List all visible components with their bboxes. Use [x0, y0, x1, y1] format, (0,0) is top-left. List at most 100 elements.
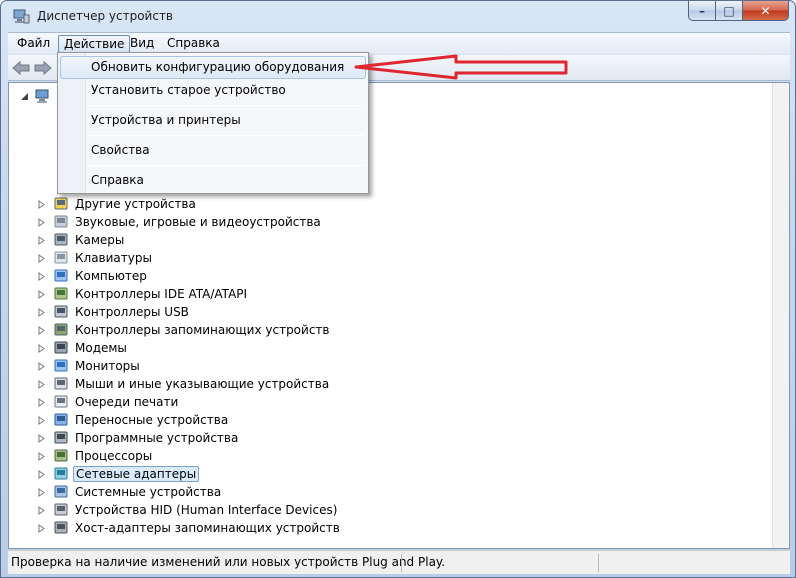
expand-icon[interactable] [37, 415, 47, 425]
tree-category-label: Контроллеры IDE ATA/ATAPI [75, 287, 248, 301]
title-bar[interactable]: Диспетчер устройств – □ ✕ [1, 1, 795, 31]
tree-category-label: Сетевые адаптеры [73, 466, 200, 482]
tree-category-label: Системные устройства [75, 485, 222, 499]
menu-item-help[interactable]: Справка [60, 169, 366, 192]
maximize-button[interactable]: □ [716, 1, 743, 21]
tree-category-label: Хост-адаптеры запоминающих устройств [75, 521, 340, 535]
menu-item-scan-hardware[interactable]: Обновить конфигурацию оборудования [60, 56, 366, 79]
tree-category-item[interactable]: Контроллеры USB [37, 303, 191, 321]
status-divider [598, 554, 599, 572]
back-arrow-icon [12, 60, 30, 75]
tree-category-item[interactable]: Устройства HID (Human Interface Devices) [37, 501, 339, 519]
menu-view[interactable]: Вид [125, 35, 159, 53]
expand-icon[interactable] [37, 271, 47, 281]
tree-category-item[interactable]: Контроллеры запоминающих устройств [37, 321, 331, 339]
menu-file[interactable]: Файл [12, 35, 55, 53]
monitor-icon [53, 358, 69, 374]
vertical-scrollbar[interactable] [772, 83, 789, 548]
caption-buttons: – □ ✕ [688, 1, 789, 21]
tree-category-label: Мыши и иные указывающие устройства [75, 377, 330, 391]
expand-icon[interactable] [37, 505, 47, 515]
ide-controller-icon [53, 286, 69, 302]
expand-icon[interactable] [37, 397, 47, 407]
collapse-icon[interactable] [19, 91, 29, 101]
monitor-icon [53, 268, 69, 284]
back-button[interactable] [11, 59, 31, 76]
tree-category-item[interactable]: Мониторы [37, 357, 142, 375]
computer-manage-icon [13, 9, 30, 24]
portable-device-icon [53, 412, 69, 428]
hid-icon [53, 502, 69, 518]
keyboard-icon [53, 250, 69, 266]
action-menu: Обновить конфигурацию оборудования Устан… [57, 52, 369, 194]
usb-icon [53, 304, 69, 320]
system-device-icon [53, 484, 69, 500]
tree-category-label: Контроллеры запоминающих устройств [75, 323, 330, 337]
printer-icon [53, 394, 69, 410]
storage-host-icon [53, 520, 69, 536]
expand-icon[interactable] [37, 235, 47, 245]
tree-category-item[interactable]: Процессоры [37, 447, 154, 465]
tree-category-label: Мониторы [75, 359, 140, 373]
tree-category-item[interactable]: Мыши и иные указывающие устройства [37, 375, 331, 393]
menu-item-add-legacy[interactable]: Установить старое устройство [60, 79, 366, 102]
tree-root[interactable] [19, 87, 55, 105]
tree-category-item[interactable]: Системные устройства [37, 483, 223, 501]
tree-category-item[interactable]: Компьютер [37, 267, 149, 285]
window-title: Диспетчер устройств [37, 9, 174, 23]
mouse-icon [53, 376, 69, 392]
expand-icon[interactable] [37, 253, 47, 263]
hidden-tree-rows [37, 105, 57, 205]
minimize-button[interactable]: – [688, 1, 716, 21]
expand-icon[interactable] [37, 469, 47, 479]
tree-category-label: Процессоры [75, 449, 153, 463]
storage-controller-icon [53, 322, 69, 338]
expand-icon[interactable] [37, 361, 47, 371]
forward-button[interactable] [33, 59, 53, 76]
tree-category-item[interactable]: Переносные устройства [37, 411, 230, 429]
expand-icon[interactable] [37, 487, 47, 497]
tree-category-item[interactable]: Клавиатуры [37, 249, 154, 267]
tree-category-item[interactable]: Звуковые, игровые и видеоустройства [37, 213, 323, 231]
status-text: Проверка на наличие изменений или новых … [11, 555, 446, 569]
expand-icon[interactable] [37, 523, 47, 533]
software-device-icon [53, 430, 69, 446]
unknown-device-icon [53, 196, 69, 212]
tree-category-label: Переносные устройства [75, 413, 229, 427]
expand-icon[interactable] [37, 325, 47, 335]
modem-icon [53, 340, 69, 356]
tree-category-item[interactable]: Модемы [37, 339, 129, 357]
tree-category-item[interactable]: Очереди печати [37, 393, 180, 411]
expand-icon[interactable] [37, 343, 47, 353]
close-button[interactable]: ✕ [743, 1, 789, 21]
tree-category-label: Модемы [75, 341, 127, 355]
expand-icon[interactable] [37, 199, 47, 209]
tree-category-item[interactable]: Другие устройства [37, 195, 198, 213]
expand-icon[interactable] [37, 379, 47, 389]
menu-bar: Файл Действие Вид Справка [8, 32, 790, 54]
tree-category-label: Контроллеры USB [75, 305, 189, 319]
network-adapter-icon [53, 466, 69, 482]
expand-icon[interactable] [37, 451, 47, 461]
computer-icon [35, 88, 51, 104]
status-divider [401, 554, 402, 572]
tree-category-item[interactable]: Камеры [37, 231, 126, 249]
expand-icon[interactable] [37, 289, 47, 299]
red-arrow-annotation [354, 54, 568, 80]
menu-help[interactable]: Справка [162, 35, 225, 53]
menu-item-devices-printers[interactable]: Устройства и принтеры [60, 109, 366, 132]
expand-icon[interactable] [37, 307, 47, 317]
forward-arrow-icon [34, 60, 52, 75]
menu-action[interactable]: Действие [58, 35, 131, 53]
tree-category-item[interactable]: Хост-адаптеры запоминающих устройств [37, 519, 342, 537]
minimize-icon: – [699, 3, 705, 18]
expand-icon[interactable] [37, 217, 47, 227]
close-icon: ✕ [760, 3, 771, 18]
speaker-icon [53, 214, 69, 230]
tree-category-item[interactable]: Программные устройства [37, 429, 240, 447]
tree-category-item[interactable]: Сетевые адаптеры [37, 465, 200, 483]
menu-item-properties[interactable]: Свойства [60, 139, 366, 162]
menu-separator [88, 135, 364, 136]
expand-icon[interactable] [37, 433, 47, 443]
tree-category-item[interactable]: Контроллеры IDE ATA/ATAPI [37, 285, 249, 303]
